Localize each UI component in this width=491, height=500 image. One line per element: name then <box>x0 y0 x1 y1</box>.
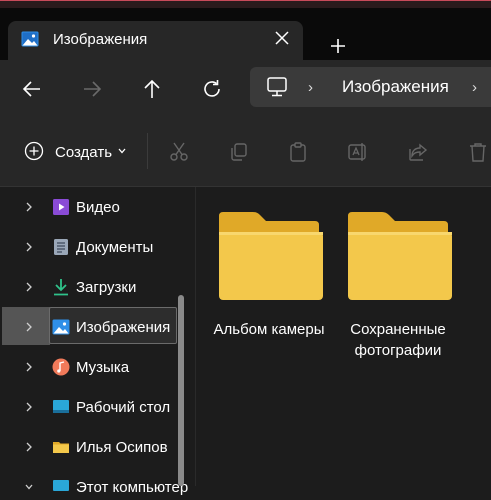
tab-pictures[interactable]: Изображения <box>8 21 303 60</box>
chevron-right-icon[interactable]: › <box>308 79 313 96</box>
sidebar-item-downloads[interactable]: Загрузки <box>0 274 180 300</box>
chevron-down-icon[interactable] <box>24 481 34 493</box>
paste-icon[interactable] <box>287 141 309 163</box>
toolbar-divider <box>147 133 148 169</box>
sidebar-item-label: Музыка <box>76 359 130 376</box>
delete-icon[interactable] <box>467 141 489 163</box>
share-icon[interactable] <box>407 141 429 163</box>
folder-item[interactable]: Сохраненные фотографии <box>328 187 468 387</box>
downloads-icon <box>54 279 68 296</box>
window-top-edge <box>0 0 491 8</box>
folder-label: Сохраненные фотографии <box>350 321 446 359</box>
close-icon[interactable] <box>272 28 292 48</box>
sidebar-item-label: Видео <box>76 199 120 216</box>
pictures-folder-icon <box>52 319 70 335</box>
sidebar-item-desktop[interactable]: Рабочий стол <box>0 394 180 420</box>
sidebar-item-music[interactable]: Музыка <box>0 354 180 380</box>
navigation-scrollbar[interactable] <box>178 295 184 486</box>
chevron-right-icon[interactable] <box>24 281 34 293</box>
sidebar-item-label: Документы <box>76 239 154 256</box>
create-label: Создать <box>55 144 113 161</box>
folder-icon <box>348 212 452 300</box>
sidebar-item-label: Изображения <box>76 319 171 336</box>
sidebar-item-label: Загрузки <box>76 279 137 296</box>
sidebar-item-this-pc[interactable]: Этот компьютер <box>0 474 188 500</box>
new-tab-icon[interactable] <box>328 36 348 56</box>
this-pc-icon <box>267 77 287 97</box>
desktop-folder-icon <box>53 400 69 413</box>
refresh-icon[interactable] <box>200 77 224 101</box>
sidebar-item-video[interactable]: Видео <box>0 194 180 220</box>
sidebar-item-user[interactable]: Илья Осипов <box>0 434 180 460</box>
sidebar-item-label: Этот компьютер <box>76 479 189 496</box>
this-pc-icon <box>53 480 69 491</box>
tab-title: Изображения <box>53 31 148 48</box>
folder-item[interactable]: Альбом камеры <box>199 187 339 387</box>
copy-icon[interactable] <box>228 141 250 163</box>
sidebar-item-pictures[interactable]: Изображения <box>0 314 180 340</box>
address-bar[interactable]: › Изображения › <box>250 67 491 107</box>
folder-label: Альбом камеры <box>213 321 325 338</box>
video-folder-icon <box>53 199 69 215</box>
chevron-right-icon[interactable] <box>24 241 34 253</box>
chevron-right-icon[interactable] <box>24 321 34 333</box>
sidebar-item-label: Илья Осипов <box>76 439 168 456</box>
chevron-right-icon[interactable] <box>24 441 34 453</box>
chevron-right-icon[interactable] <box>24 361 34 373</box>
user-folder-icon <box>53 442 69 453</box>
back-icon[interactable] <box>20 77 44 101</box>
sidebar-item-documents[interactable]: Документы <box>0 234 180 260</box>
chevron-right-icon[interactable] <box>24 201 34 213</box>
chevron-right-icon[interactable]: › <box>472 79 477 96</box>
folder-icon <box>219 212 323 300</box>
chevron-right-icon[interactable] <box>24 401 34 413</box>
command-bar: Создать <box>0 117 491 187</box>
up-icon[interactable] <box>140 77 164 101</box>
tab-bar: Изображения <box>0 8 491 60</box>
forward-icon[interactable] <box>80 77 104 101</box>
music-folder-icon <box>52 358 70 376</box>
breadcrumb-segment[interactable]: Изображения <box>342 77 449 97</box>
chevron-down-icon <box>118 148 126 154</box>
documents-folder-icon <box>54 239 68 255</box>
cut-icon[interactable] <box>168 141 190 163</box>
sidebar-item-label: Рабочий стол <box>76 399 171 416</box>
navigation-bar: › Изображения › <box>0 60 491 117</box>
rename-icon[interactable] <box>347 141 369 163</box>
file-list: Альбом камеры Сохраненные фотографии <box>196 187 491 486</box>
pictures-icon <box>21 31 39 47</box>
plus-circle-icon <box>24 141 44 161</box>
